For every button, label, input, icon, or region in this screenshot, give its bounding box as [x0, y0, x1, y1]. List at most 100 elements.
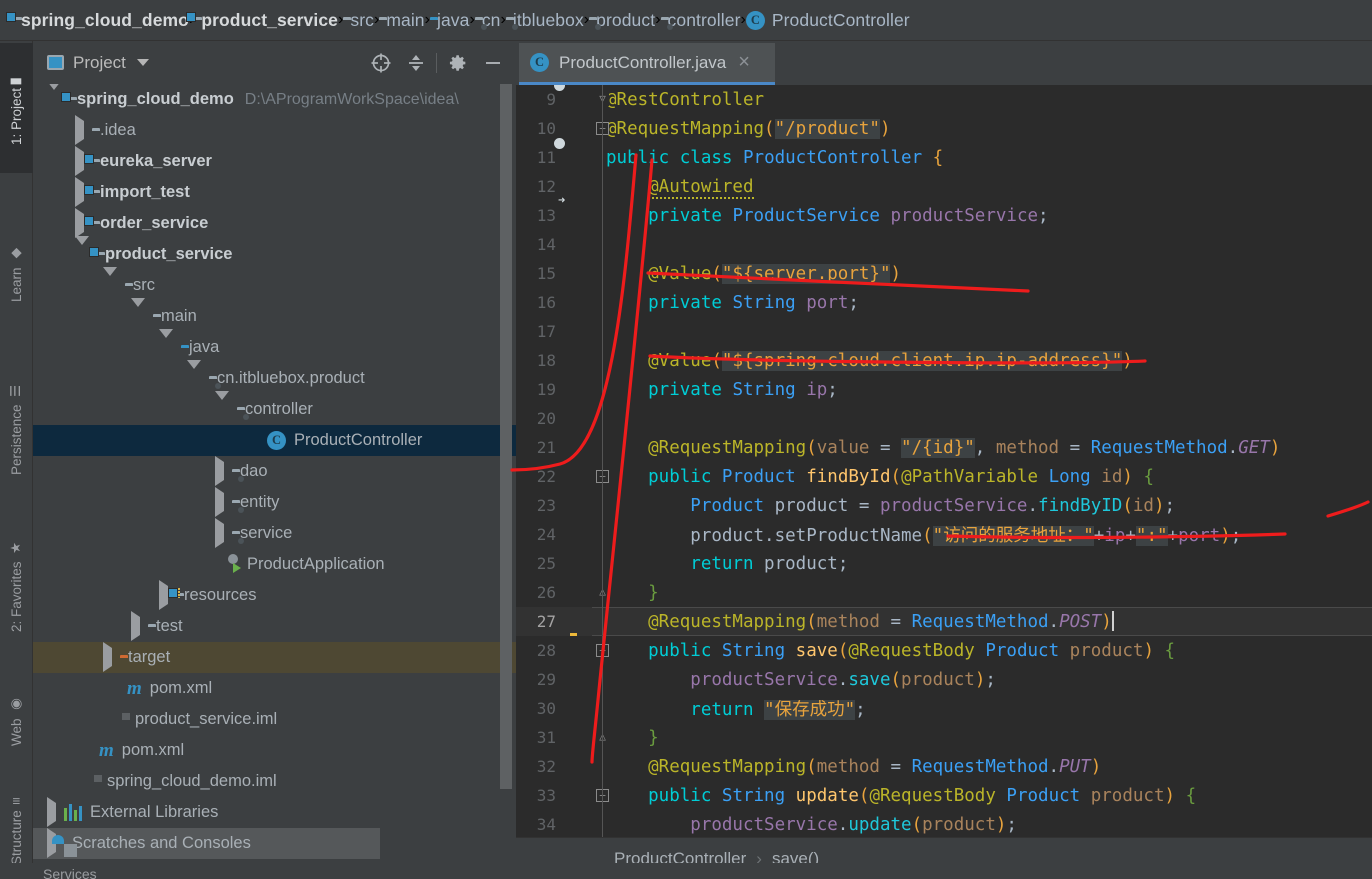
tree-node-import-test[interactable]: import_test	[33, 177, 516, 208]
editor-gutter[interactable]: 27	[516, 607, 592, 636]
code-line-32[interactable]: 32@RequestMapping(method = RequestMethod…	[516, 752, 1372, 781]
code-line-26[interactable]: 26△}	[516, 578, 1372, 607]
chevron-down-icon[interactable]	[47, 90, 61, 109]
chevron-down-icon[interactable]	[137, 59, 149, 66]
code-editor[interactable]: 9▽@RestController10−@RequestMapping("/pr…	[516, 85, 1372, 837]
chevron-right-icon[interactable]	[215, 524, 224, 543]
editor-gutter[interactable]: 15	[516, 259, 592, 288]
code-line-25[interactable]: 25return product;	[516, 549, 1372, 578]
code-line-13[interactable]: 13private ProductService productService;	[516, 201, 1372, 230]
code-line-33[interactable]: 33−public String update(@RequestBody Pro…	[516, 781, 1372, 810]
chevron-down-icon[interactable]	[103, 276, 117, 295]
tree-node-resources[interactable]: resources	[33, 580, 516, 611]
collapse-all-button[interactable]	[398, 41, 433, 84]
code-line-28[interactable]: 28−public String save(@RequestBody Produ…	[516, 636, 1372, 665]
editor-gutter[interactable]: 29	[516, 665, 592, 694]
editor-gutter[interactable]: 21	[516, 433, 592, 462]
breadcrumb-item-src[interactable]: src	[343, 0, 374, 41]
tree-node-service[interactable]: service	[33, 518, 516, 549]
tree-node-main[interactable]: main	[33, 301, 516, 332]
tree-node-controller[interactable]: controller	[33, 394, 516, 425]
code-line-24[interactable]: 24product.setProductName("访问的服务地址："+ip+"…	[516, 520, 1372, 549]
editor-gutter[interactable]: 24	[516, 520, 592, 549]
breadcrumb-item-product-service[interactable]: product_service	[194, 0, 338, 41]
chevron-down-icon[interactable]	[159, 338, 173, 357]
breadcrumb-item-spring-cloud-demo[interactable]: spring_cloud_demo	[14, 0, 189, 41]
editor-gutter[interactable]: 33	[516, 781, 592, 810]
breadcrumb-item-product[interactable]: product	[589, 0, 655, 41]
breadcrumb-item-controller[interactable]: controller	[661, 0, 741, 41]
code-line-10[interactable]: 10−@RequestMapping("/product")	[516, 114, 1372, 143]
tree-node-order-service[interactable]: order_service	[33, 208, 516, 239]
editor-gutter[interactable]: 28	[516, 636, 592, 665]
code-line-18[interactable]: 18@Value("${spring.cloud.client.ip.ip-ad…	[516, 346, 1372, 375]
tree-node--idea[interactable]: .idea	[33, 115, 516, 146]
tree-node-spring-cloud-demo-iml[interactable]: spring_cloud_demo.iml	[33, 766, 516, 797]
chevron-right-icon[interactable]	[215, 462, 224, 481]
tree-node-eureka-server[interactable]: eureka_server	[33, 146, 516, 177]
tree-node-test[interactable]: test	[33, 611, 516, 642]
intention-bulb-icon[interactable]	[564, 612, 583, 631]
tree-node-productapplication[interactable]: ProductApplication	[33, 549, 516, 580]
tree-node-productcontroller[interactable]: CProductController	[33, 425, 516, 456]
tree-node-dao[interactable]: dao	[33, 456, 516, 487]
editor-gutter[interactable]: 14	[516, 230, 592, 259]
chevron-right-icon[interactable]	[47, 803, 56, 822]
breadcrumb-item-itbluebox[interactable]: itbluebox	[506, 0, 584, 41]
services-button[interactable]: Services	[43, 866, 97, 879]
editor-gutter[interactable]: 9	[516, 85, 592, 114]
chevron-down-icon[interactable]	[215, 400, 229, 419]
chevron-right-icon[interactable]	[131, 617, 140, 636]
tool-window-button-2-favorites[interactable]: 2: Favorites★	[0, 511, 33, 661]
code-line-34[interactable]: 34productService.update(product);	[516, 810, 1372, 837]
breadcrumb-item-main[interactable]: main	[379, 0, 424, 41]
editor-gutter[interactable]: 25	[516, 549, 592, 578]
project-tree-scrollbar[interactable]	[500, 84, 512, 844]
tree-node-spring-cloud-demo[interactable]: spring_cloud_demoD:\AProgramWorkSpace\id…	[33, 84, 516, 115]
editor-gutter[interactable]: 11	[516, 143, 592, 172]
code-line-12[interactable]: 12@Autowired	[516, 172, 1372, 201]
tree-node-pom-xml[interactable]: mpom.xml	[33, 673, 516, 704]
chevron-down-icon[interactable]	[187, 369, 201, 388]
code-line-17[interactable]: 17	[516, 317, 1372, 346]
spring-navigate-icon[interactable]	[564, 206, 583, 225]
chevron-right-icon[interactable]	[103, 648, 112, 667]
breadcrumb-item-java[interactable]: java	[430, 0, 470, 41]
editor-tab-productcontroller[interactable]: C ProductController.java ×	[519, 43, 775, 85]
chevron-right-icon[interactable]	[75, 121, 84, 140]
chevron-down-icon[interactable]	[131, 307, 145, 326]
code-line-27[interactable]: 27@RequestMapping(method = RequestMethod…	[516, 607, 1372, 636]
tree-node-pom-xml[interactable]: mpom.xml	[33, 735, 516, 766]
editor-gutter[interactable]: 26	[516, 578, 592, 607]
code-line-31[interactable]: 31△}	[516, 723, 1372, 752]
editor-gutter[interactable]: 32	[516, 752, 592, 781]
tree-node-cn-itbluebox-product[interactable]: cn.itbluebox.product	[33, 363, 516, 394]
editor-gutter[interactable]: 19	[516, 375, 592, 404]
tree-node-external-libraries[interactable]: External Libraries	[33, 797, 516, 828]
hide-panel-button[interactable]	[475, 41, 510, 84]
code-line-20[interactable]: 20	[516, 404, 1372, 433]
code-line-19[interactable]: 19private String ip;	[516, 375, 1372, 404]
code-line-14[interactable]: 14	[516, 230, 1372, 259]
editor-gutter[interactable]: 17	[516, 317, 592, 346]
code-line-16[interactable]: 16private String port;	[516, 288, 1372, 317]
scroll-from-source-button[interactable]	[363, 41, 398, 84]
tree-node-java[interactable]: java	[33, 332, 516, 363]
editor-gutter[interactable]: 30	[516, 694, 592, 723]
editor-gutter[interactable]: 16	[516, 288, 592, 317]
chevron-down-icon[interactable]	[75, 245, 89, 264]
code-line-29[interactable]: 29productService.save(product);	[516, 665, 1372, 694]
code-line-23[interactable]: 23Product product = productService.findB…	[516, 491, 1372, 520]
editor-gutter[interactable]: 18	[516, 346, 592, 375]
code-line-15[interactable]: 15@Value("${server.port}")	[516, 259, 1372, 288]
settings-button[interactable]	[440, 41, 475, 84]
editor-gutter[interactable]: 22	[516, 462, 592, 491]
code-line-11[interactable]: 11public class ProductController {	[516, 143, 1372, 172]
close-icon[interactable]: ×	[738, 51, 750, 74]
editor-gutter[interactable]: 13	[516, 201, 592, 230]
spring-bean-icon[interactable]	[564, 90, 583, 109]
chevron-right-icon[interactable]	[159, 586, 168, 605]
breadcrumb-item-productcontroller[interactable]: CProductController	[746, 0, 910, 41]
chevron-right-icon[interactable]	[215, 493, 224, 512]
editor-gutter[interactable]: 31	[516, 723, 592, 752]
